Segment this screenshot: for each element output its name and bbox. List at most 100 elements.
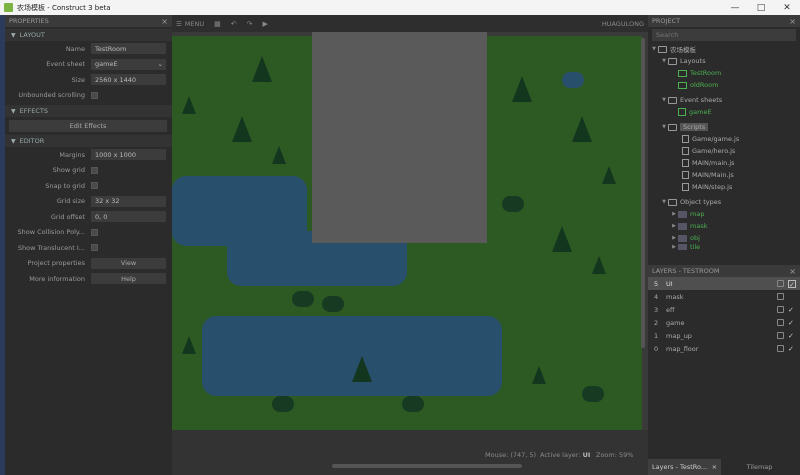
project-search-input[interactable]: Search (652, 29, 796, 41)
show-grid-label: Show grid (52, 166, 85, 175)
vertical-scrollbar[interactable] (641, 38, 645, 348)
close-icon[interactable]: × (161, 17, 168, 26)
event-sheet-select[interactable]: gameE ⌄ (91, 58, 166, 70)
redo-icon[interactable]: ↷ (247, 20, 253, 28)
close-icon[interactable]: × (789, 267, 796, 276)
layer-name: game (666, 318, 685, 327)
grid-offset-label: Grid offset (50, 212, 85, 221)
script-item[interactable]: Game/game.js (648, 133, 800, 145)
script-item[interactable]: MAIN/main.js (648, 157, 800, 169)
lock-icon[interactable] (777, 332, 784, 339)
tab-layers[interactable]: Layers - TestRo... × (648, 459, 722, 475)
menu-button[interactable]: ☰ MENU (176, 20, 204, 28)
layout-item[interactable]: TestRoom (648, 67, 800, 79)
hamburger-icon: ☰ (176, 19, 182, 28)
tab-tilemap[interactable]: Tilemap (721, 459, 798, 475)
visible-checkbox[interactable]: ✓ (788, 279, 796, 289)
save-icon[interactable]: ▦ (214, 20, 221, 28)
layers-panel: LAYERS - TESTROOM × 5 UI ✓ 4 mask 3 eff ✓ 2 ga… (648, 265, 800, 475)
caret-right-icon: ▶ (672, 223, 676, 229)
ui-layer-overlay[interactable] (312, 32, 487, 243)
play-icon[interactable]: ▶ (263, 20, 268, 28)
edit-effects-button[interactable]: Edit Effects (9, 120, 167, 132)
tree (512, 76, 532, 102)
window-title: 农场模板 - Construct 3 beta (17, 3, 111, 12)
layout-viewport[interactable] (172, 32, 648, 430)
lock-icon[interactable] (777, 345, 784, 352)
grid-size-field[interactable]: 32 x 32 (91, 195, 166, 207)
layer-row[interactable]: 5 UI ✓ (648, 277, 800, 290)
margins-field[interactable]: 1000 x 1000 (91, 149, 166, 161)
lock-icon[interactable] (777, 280, 784, 287)
project-root[interactable]: ▼ 农场模板 (648, 43, 800, 55)
effects-section[interactable]: ▼ EFFECTS (5, 105, 172, 117)
layer-name: UI (666, 279, 673, 288)
bush (292, 291, 314, 307)
file-icon (682, 147, 689, 155)
lock-icon[interactable] (777, 306, 784, 313)
close-button[interactable]: ✕ (774, 0, 800, 15)
collision-checkbox[interactable] (91, 228, 98, 236)
size-field[interactable]: 2560 x 1440 (91, 74, 166, 86)
lock-icon[interactable] (777, 293, 784, 300)
layer-row[interactable]: 0 map_floor ✓ (648, 342, 800, 355)
user-name[interactable]: HUAGULONG (602, 20, 644, 28)
script-item[interactable]: MAIN/step.js (648, 181, 800, 193)
caret-right-icon: ▶ (672, 211, 676, 217)
scripts-label: Scripts (680, 123, 709, 131)
project-props-label: Project properties (27, 259, 85, 268)
visible-check-icon[interactable]: ✓ (788, 345, 796, 353)
unbounded-label: Unbounded scrolling (18, 91, 85, 100)
layout-icon (678, 81, 687, 89)
layouts-folder[interactable]: ▼ Layouts (648, 55, 800, 67)
horizontal-scrollbar[interactable] (332, 464, 522, 468)
view-button[interactable]: View (91, 257, 166, 269)
snap-checkbox[interactable] (91, 182, 98, 190)
maximize-button[interactable]: □ (748, 0, 774, 15)
name-field[interactable]: TestRoom (91, 43, 166, 55)
event-sheets-folder[interactable]: ▼ Event sheets (648, 94, 800, 106)
editor-section[interactable]: ▼ EDITOR (5, 135, 172, 147)
tab-layers-label: Layers - TestRo... (652, 463, 708, 471)
layout-icon (678, 69, 687, 77)
show-grid-checkbox[interactable] (91, 166, 98, 174)
caret-down-icon: ▼ (662, 97, 666, 103)
object-folder-item[interactable]: ▶ mask (648, 220, 800, 232)
active-layer-value: UI (582, 451, 591, 459)
close-icon[interactable]: × (712, 463, 717, 471)
lock-icon[interactable] (777, 319, 784, 326)
tree (572, 116, 592, 142)
layout-section[interactable]: ▼ LAYOUT (5, 29, 172, 41)
caret-down-icon: ▼ (11, 31, 16, 39)
tree (252, 56, 272, 82)
caret-down-icon: ▼ (662, 58, 666, 64)
layer-row[interactable]: 1 map_up ✓ (648, 329, 800, 342)
translucent-row: Show Translucent I... (5, 240, 172, 256)
translucent-checkbox[interactable] (91, 244, 98, 252)
visible-check-icon[interactable]: ✓ (788, 332, 796, 340)
script-item-label: Game/hero.js (692, 147, 736, 155)
collision-row: Show Collision Poly... (5, 225, 172, 241)
object-types-folder[interactable]: ▼ Object types (648, 196, 800, 208)
layout-item[interactable]: oldRoom (648, 79, 800, 91)
layer-row[interactable]: 2 game ✓ (648, 316, 800, 329)
object-folder-item[interactable]: ▶ tile (648, 244, 800, 250)
visible-check-icon[interactable]: ✓ (788, 319, 796, 327)
help-button[interactable]: Help (91, 273, 166, 285)
script-item[interactable]: Game/hero.js (648, 145, 800, 157)
object-folder-item[interactable]: ▶ map (648, 208, 800, 220)
visible-check-icon[interactable]: ✓ (788, 306, 796, 314)
unbounded-checkbox[interactable] (91, 91, 98, 99)
layer-row[interactable]: 4 mask (648, 290, 800, 303)
layer-row[interactable]: 3 eff ✓ (648, 303, 800, 316)
scripts-folder[interactable]: ▼ Scripts (648, 121, 800, 133)
minimize-button[interactable]: — (722, 0, 748, 15)
undo-icon[interactable]: ↶ (231, 20, 237, 28)
grid-offset-field[interactable]: 0, 0 (91, 211, 166, 223)
event-sheet-item[interactable]: gameE (648, 106, 800, 118)
folder-icon (658, 45, 667, 53)
script-item[interactable]: MAIN/Main.js (648, 169, 800, 181)
tab-tilemap-label: Tilemap (746, 463, 773, 471)
object-folder-item[interactable]: ▶ obj (648, 232, 800, 244)
close-icon[interactable]: × (789, 17, 796, 26)
